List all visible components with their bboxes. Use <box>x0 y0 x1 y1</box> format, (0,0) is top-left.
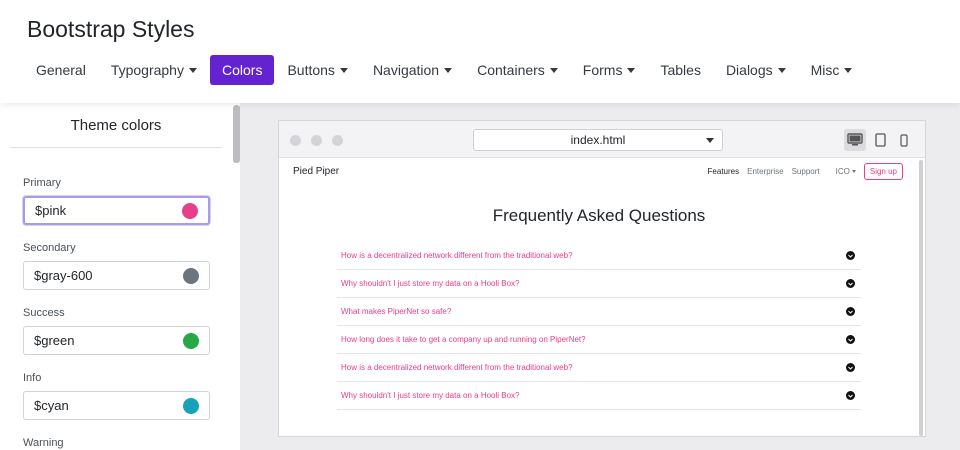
nav-item-containers[interactable]: Containers <box>465 55 570 85</box>
nav-item-dialogs[interactable]: Dialogs <box>714 55 798 85</box>
caret-down-icon <box>627 68 636 73</box>
preview-window: index.html Pied Piper Features Enterpris… <box>278 120 926 437</box>
chevron-down-icon <box>846 335 855 344</box>
nav-label: Colors <box>221 62 263 78</box>
faq-item[interactable]: Why shouldn't I just store my data on a … <box>337 382 861 410</box>
chevron-down-icon <box>846 307 855 316</box>
app-header: Bootstrap Styles General Typography Colo… <box>0 0 960 103</box>
tablet-view-button[interactable] <box>871 129 889 151</box>
caret-down-icon <box>444 68 453 73</box>
caret-down-icon <box>844 68 853 73</box>
success-color-input[interactable]: $green <box>23 326 210 355</box>
nav-label: General <box>36 62 86 78</box>
site-nav-support[interactable]: Support <box>792 167 820 176</box>
desktop-icon <box>847 133 863 146</box>
frame-scrollbar[interactable] <box>919 160 923 436</box>
site-nav-enterprise[interactable]: Enterprise <box>747 167 783 176</box>
faq-question: Why shouldn't I just store my data on a … <box>341 279 520 288</box>
faq-question: Why shouldn't I just store my data on a … <box>341 391 520 400</box>
nav-item-typography[interactable]: Typography <box>99 55 209 85</box>
caret-down-icon <box>188 68 197 73</box>
faq-item[interactable]: How is a decentralized network different… <box>337 354 861 382</box>
nav-label: Dialogs <box>725 62 773 78</box>
caret-down-icon <box>777 68 786 73</box>
color-swatch[interactable] <box>183 267 199 284</box>
nav-item-forms[interactable]: Forms <box>571 55 648 85</box>
nav-label: Tables <box>660 62 701 78</box>
caret-down-icon <box>339 68 348 73</box>
window-dot-icon <box>332 135 343 146</box>
faq-list: How is a decentralized network different… <box>337 242 861 410</box>
main-nav: General Typography Colors Buttons Naviga… <box>24 55 865 85</box>
field-value: $gray-600 <box>34 268 93 283</box>
tablet-icon <box>874 133 886 147</box>
faq-question: How long does it take to get a company u… <box>341 335 586 344</box>
chevron-down-icon <box>846 363 855 372</box>
field-value: $cyan <box>34 398 69 413</box>
site-nav-ico-label: ICO <box>835 167 850 176</box>
nav-item-general[interactable]: General <box>24 55 98 85</box>
phone-view-button[interactable] <box>896 129 912 151</box>
desktop-view-button[interactable] <box>844 129 866 151</box>
faq-question: How is a decentralized network different… <box>341 363 573 372</box>
nav-item-colors[interactable]: Colors <box>209 55 275 85</box>
caret-down-icon <box>851 170 856 174</box>
caret-down-icon <box>706 138 714 143</box>
secondary-color-input[interactable]: $gray-600 <box>23 261 210 290</box>
chevron-down-icon <box>846 391 855 400</box>
color-swatch[interactable] <box>182 202 198 219</box>
divider <box>10 147 222 148</box>
window-dot-icon <box>311 135 322 146</box>
success-label: Success <box>23 307 65 319</box>
faq-heading: Frequently Asked Questions <box>492 206 706 225</box>
info-color-input[interactable]: $cyan <box>23 391 210 420</box>
nav-label: Misc <box>810 62 840 78</box>
nav-label: Typography <box>110 62 184 78</box>
site-nav-ico[interactable]: ICO <box>828 167 856 176</box>
site-brand[interactable]: Pied Piper <box>293 166 339 177</box>
window-dot-icon <box>290 135 301 146</box>
warning-label: Warning <box>23 437 64 449</box>
nav-label: Buttons <box>287 62 335 78</box>
site-nav: Features Enterprise Support ICO Sign up <box>700 163 903 180</box>
color-swatch[interactable] <box>183 332 199 349</box>
faq-question: How is a decentralized network different… <box>341 251 573 260</box>
nav-item-misc[interactable]: Misc <box>799 55 865 85</box>
phone-icon <box>900 133 908 147</box>
field-value: $green <box>34 333 75 348</box>
nav-label: Forms <box>582 62 623 78</box>
info-label: Info <box>23 372 42 384</box>
nav-item-tables[interactable]: Tables <box>648 55 712 85</box>
faq-item[interactable]: What makes PiperNet so safe? <box>337 298 861 326</box>
color-swatch[interactable] <box>183 397 199 414</box>
field-value: $pink <box>35 203 67 218</box>
faq-item[interactable]: Why shouldn't I just store my data on a … <box>337 270 861 298</box>
chevron-down-icon <box>846 279 855 288</box>
sidebar-title: Theme colors <box>70 117 162 134</box>
sidebar-scrollbar[interactable] <box>233 105 240 163</box>
chevron-down-icon <box>846 251 855 260</box>
secondary-label: Secondary <box>23 242 76 254</box>
faq-item[interactable]: How is a decentralized network different… <box>337 242 861 270</box>
nav-item-navigation[interactable]: Navigation <box>361 55 464 85</box>
preview-frame: Pied Piper Features Enterprise Support I… <box>279 158 925 436</box>
file-select-value: index.html <box>570 133 626 147</box>
signup-button[interactable]: Sign up <box>863 163 903 180</box>
nav-label: Containers <box>477 62 545 78</box>
faq-question: What makes PiperNet so safe? <box>341 307 452 316</box>
primary-label: Primary <box>23 177 61 189</box>
nav-item-buttons[interactable]: Buttons <box>275 55 359 85</box>
primary-color-input[interactable]: $pink <box>23 196 210 225</box>
theme-sidebar: Theme colors Primary $pink Secondary $gr… <box>0 103 240 450</box>
nav-label: Navigation <box>372 62 440 78</box>
site-nav-features[interactable]: Features <box>708 167 740 176</box>
file-select[interactable]: index.html <box>473 129 723 151</box>
faq-item[interactable]: How long does it take to get a company u… <box>337 326 861 354</box>
caret-down-icon <box>549 68 558 73</box>
preview-toolbar: index.html <box>279 121 925 158</box>
app-title: Bootstrap Styles <box>27 16 195 42</box>
